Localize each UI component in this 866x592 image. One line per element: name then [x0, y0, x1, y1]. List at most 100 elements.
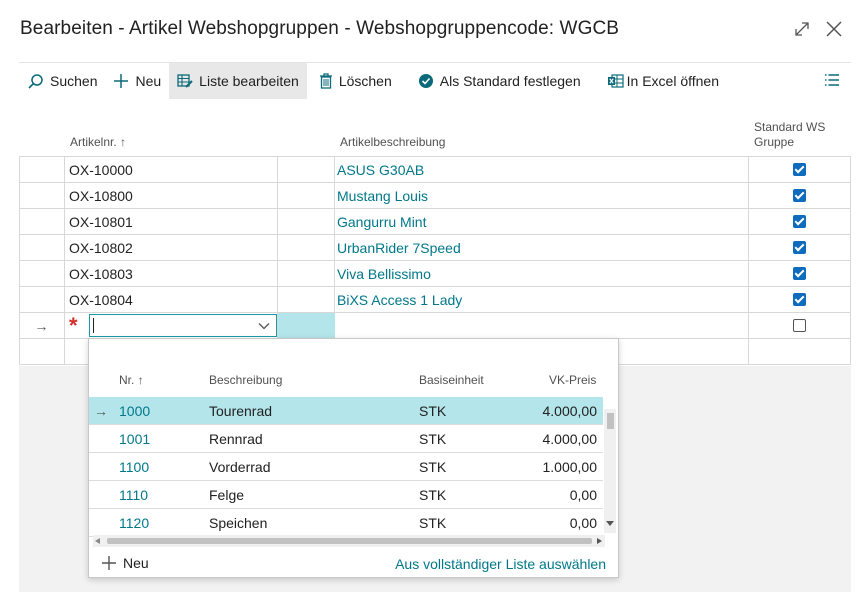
row-selector[interactable]	[19, 235, 65, 260]
item-description-link[interactable]: Viva Bellissimo	[335, 261, 749, 286]
item-description-link[interactable]: UrbanRider 7Speed	[335, 235, 749, 260]
table-row[interactable]: OX-10801 Gangurru Mint	[19, 209, 851, 235]
open-excel-label: In Excel öffnen	[626, 73, 719, 89]
dd-header-unit[interactable]: Basiseinheit	[419, 373, 484, 387]
vertical-scrollbar[interactable]	[604, 409, 616, 533]
open-excel-button[interactable]: In Excel öffnen	[599, 63, 727, 99]
empty-cell[interactable]	[278, 157, 335, 182]
row-selector[interactable]: →	[19, 313, 65, 338]
new-table-row[interactable]: → *	[19, 313, 851, 339]
item-no-cell[interactable]: OX-10803	[65, 261, 278, 286]
table-row[interactable]: OX-10000 ASUS G30AB	[19, 157, 851, 183]
item-no-cell[interactable]: OX-10800	[65, 183, 278, 208]
standard-group-cell	[749, 287, 851, 312]
text-cursor	[93, 318, 94, 333]
dd-unit-cell: STK	[419, 486, 447, 503]
standard-group-checkbox[interactable]	[793, 267, 806, 280]
list-menu-icon	[825, 74, 839, 86]
row-selector[interactable]	[19, 157, 65, 182]
dd-price-cell: 1.000,00	[542, 458, 598, 475]
empty-cell[interactable]	[278, 287, 335, 312]
more-options-button[interactable]	[824, 73, 844, 91]
table-row[interactable]: OX-10800 Mustang Louis	[19, 183, 851, 209]
item-no-cell[interactable]: OX-10000	[65, 157, 278, 182]
dd-description-cell: Rennrad	[209, 430, 263, 447]
item-description-link[interactable]: Gangurru Mint	[335, 209, 749, 234]
empty-cell[interactable]	[278, 183, 335, 208]
dd-header-nr[interactable]: Nr. ↑	[119, 373, 144, 387]
edit-list-button[interactable]: Liste bearbeiten	[169, 63, 307, 99]
plus-icon	[102, 556, 116, 570]
dd-price-cell: 0,00	[569, 514, 597, 531]
standard-group-checkbox[interactable]	[793, 241, 806, 254]
dd-description-cell: Vorderrad	[209, 458, 271, 475]
search-button[interactable]: Suchen	[19, 63, 105, 99]
scroll-right-arrow-icon[interactable]	[597, 538, 602, 544]
item-no-cell[interactable]: OX-10801	[65, 209, 278, 234]
dd-list-item[interactable]: 1120 Speichen STK 0,00	[89, 509, 603, 537]
grid-rows: OX-10000 ASUS G30AB OX-10800 Mustang Louis O…	[19, 156, 851, 365]
standard-group-cell	[749, 235, 851, 260]
row-selector[interactable]	[19, 209, 65, 234]
expand-window-button[interactable]	[792, 19, 812, 39]
dd-new-button[interactable]: Neu	[101, 555, 149, 571]
scroll-left-arrow-icon[interactable]	[95, 538, 100, 544]
close-window-button[interactable]	[824, 19, 844, 39]
dd-list-item[interactable]: 1001 Rennrad STK 4.000,00	[89, 425, 603, 453]
dd-price-cell: 4.000,00	[542, 430, 598, 447]
empty-cell[interactable]	[278, 235, 335, 260]
dd-nr-cell[interactable]: 1000	[119, 397, 150, 424]
dd-nr-cell[interactable]: 1110	[119, 481, 148, 508]
horizontal-scrollbar[interactable]	[93, 535, 605, 547]
row-selector[interactable]	[19, 261, 65, 286]
window-title: Bearbeiten - Artikel Webshopgruppen - We…	[20, 18, 620, 39]
chevron-down-icon[interactable]	[258, 320, 270, 332]
dd-description-cell: Felge	[209, 486, 245, 503]
dd-description-cell: Tourenrad	[209, 402, 273, 419]
vertical-scroll-thumb[interactable]	[607, 413, 614, 429]
item-no-input[interactable]	[89, 314, 277, 337]
dd-list-item[interactable]: 1100 Vorderrad STK 1.000,00	[89, 453, 603, 481]
dd-list-item[interactable]: → 1000 Tourenrad STK 4.000,00	[89, 397, 603, 425]
table-row[interactable]: OX-10804 BiXS Access 1 Lady	[19, 287, 851, 313]
dd-header-price[interactable]: VK-Preis	[549, 373, 596, 387]
item-no-cell[interactable]: OX-10804	[65, 287, 278, 312]
standard-group-checkbox[interactable]	[793, 215, 806, 228]
checkmark-circle-icon	[418, 73, 434, 89]
scroll-down-arrow-icon[interactable]	[606, 521, 614, 527]
standard-group-checkbox[interactable]	[793, 189, 806, 202]
item-description-cell[interactable]	[335, 313, 749, 338]
dd-unit-cell: STK	[419, 402, 447, 419]
horizontal-scroll-thumb[interactable]	[107, 538, 592, 544]
item-description-link[interactable]: ASUS G30AB	[335, 157, 749, 182]
table-row[interactable]: OX-10802 UrbanRider 7Speed	[19, 235, 851, 261]
select-from-full-list-link[interactable]: Aus vollständiger Liste auswählen	[395, 556, 606, 572]
required-field-marker: *	[69, 312, 78, 338]
empty-cell[interactable]	[278, 209, 335, 234]
delete-button[interactable]: Löschen	[311, 63, 400, 99]
action-toolbar: Suchen Neu Liste bearbeiten Löschen Als …	[19, 62, 851, 99]
standard-group-cell	[749, 209, 851, 234]
empty-cell	[749, 339, 851, 364]
row-selector[interactable]	[19, 183, 65, 208]
header-standard-group[interactable]: Standard WS Gruppe	[754, 120, 839, 150]
dd-nr-cell[interactable]: 1100	[119, 453, 149, 480]
row-selector[interactable]	[19, 287, 65, 312]
standard-group-checkbox[interactable]	[793, 319, 806, 332]
item-description-link[interactable]: Mustang Louis	[335, 183, 749, 208]
dd-new-label: Neu	[123, 555, 149, 571]
standard-group-checkbox[interactable]	[793, 293, 806, 306]
dd-header-description[interactable]: Beschreibung	[209, 373, 282, 387]
header-item-description[interactable]: Artikelbeschreibung	[340, 135, 445, 149]
empty-cell[interactable]	[278, 261, 335, 286]
dd-nr-cell[interactable]: 1120	[119, 509, 149, 536]
item-description-link[interactable]: BiXS Access 1 Lady	[335, 287, 749, 312]
dd-list-item[interactable]: 1110 Felge STK 0,00	[89, 481, 603, 509]
dd-nr-cell[interactable]: 1001	[119, 425, 150, 452]
set-default-button[interactable]: Als Standard festlegen	[410, 63, 589, 99]
item-no-cell[interactable]: OX-10802	[65, 235, 278, 260]
standard-group-checkbox[interactable]	[793, 163, 806, 176]
table-row[interactable]: OX-10803 Viva Bellissimo	[19, 261, 851, 287]
header-item-no[interactable]: Artikelnr. ↑	[70, 135, 126, 149]
new-button[interactable]: Neu	[105, 63, 169, 99]
